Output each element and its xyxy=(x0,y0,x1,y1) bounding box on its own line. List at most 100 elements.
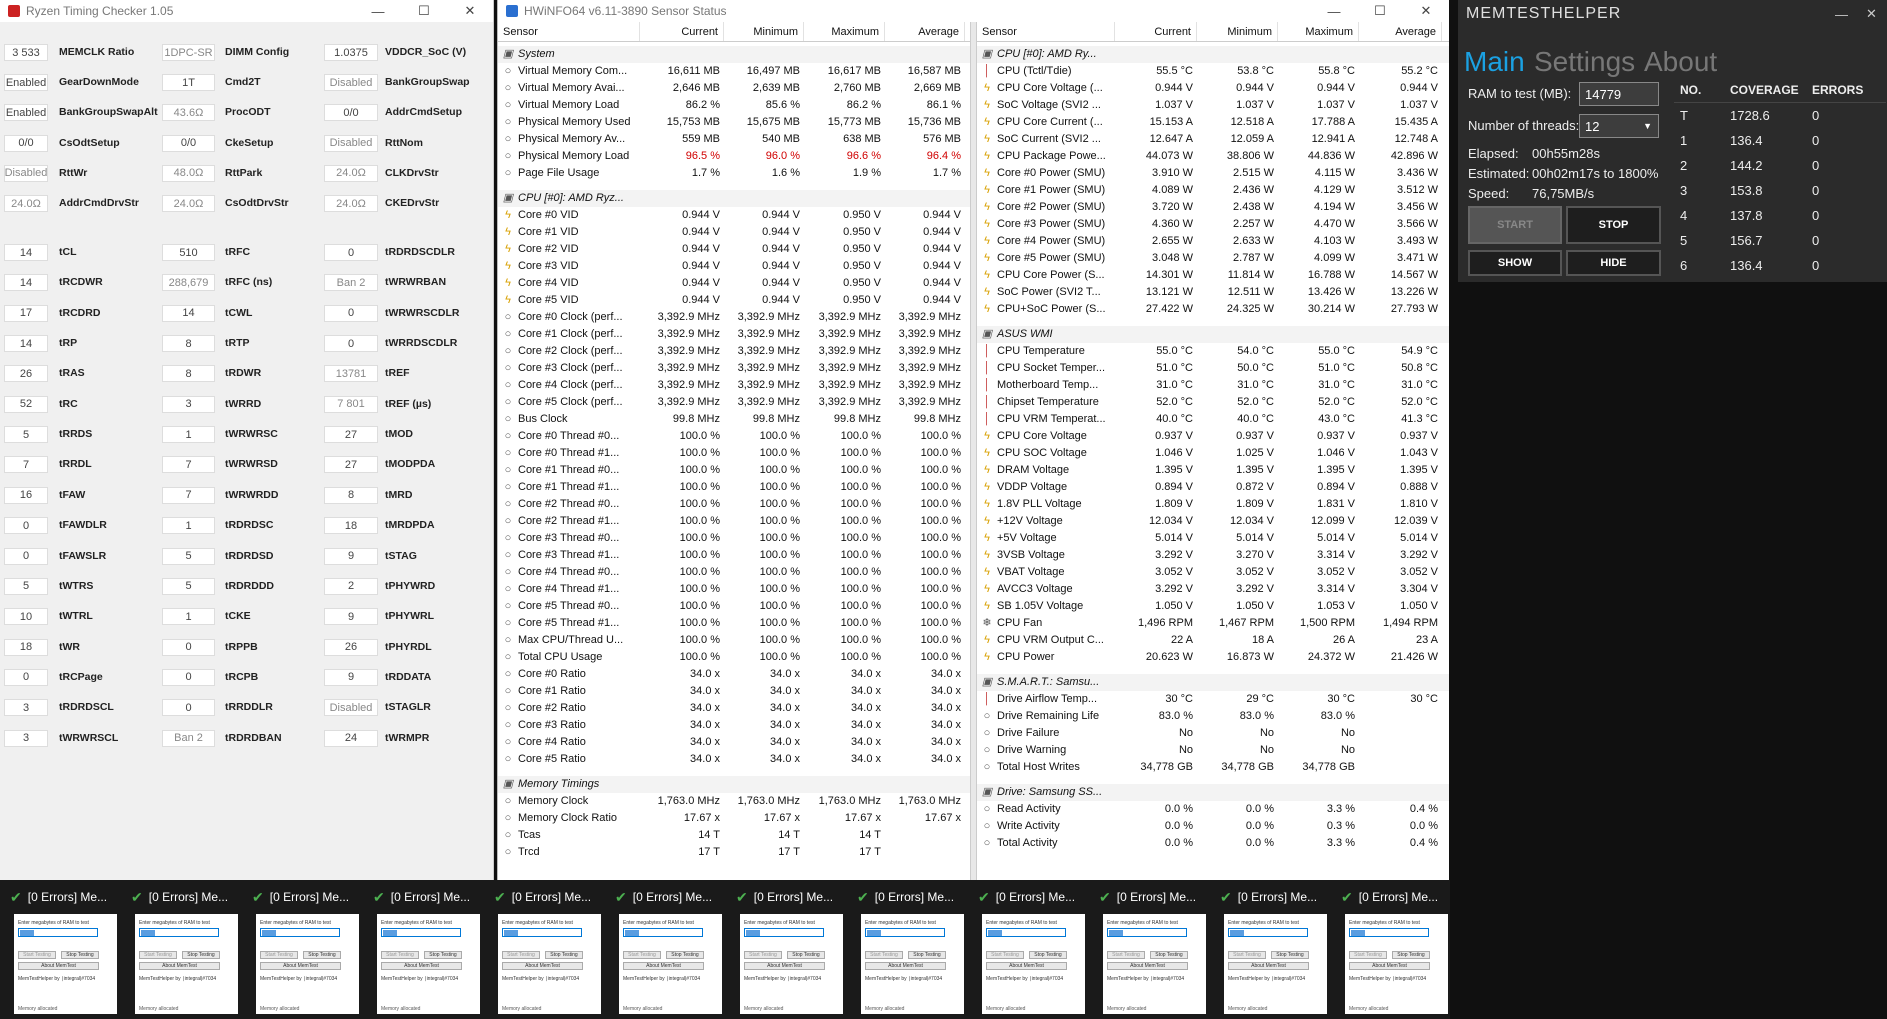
sensor-row[interactable]: ϟ CPU Package Powe... 44.073 W 38.806 W 44.8… xyxy=(977,148,1449,165)
sensor-row[interactable]: ○ Total Activity 0.0 % 0.0 % 3.3 % 0.4 % xyxy=(977,835,1449,852)
sensor-row[interactable]: ϟ Core #4 Power (SMU) 2.655 W 2.633 W 4.103 … xyxy=(977,233,1449,250)
sensor-row[interactable]: ○ Write Activity 0.0 % 0.0 % 0.3 % 0.0 % xyxy=(977,818,1449,835)
sensor-row[interactable]: ○ Core #3 Ratio 34.0 x 34.0 x 34.0 x 34.0 x xyxy=(498,717,970,734)
sensor-row[interactable]: ○ Virtual Memory Load 86.2 % 85.6 % 86.2 % 86… xyxy=(498,97,970,114)
sensor-row[interactable]: ϟ CPU Core Voltage 0.937 V 0.937 V 0.937 V 0.… xyxy=(977,428,1449,445)
maximize-icon[interactable]: ☐ xyxy=(1357,0,1403,22)
sensor-row[interactable]: ○ Physical Memory Load 96.5 % 96.0 % 96.6 % 9… xyxy=(498,148,970,165)
show-button[interactable]: SHOW xyxy=(1468,250,1562,276)
sensor-row[interactable]: ○ Tcas 14 T 14 T 14 T xyxy=(498,827,970,844)
sensor-row[interactable]: │ CPU Socket Temper... 51.0 °C 50.0 °C 51.0 … xyxy=(977,360,1449,377)
tab-settings[interactable]: Settings xyxy=(1534,46,1635,78)
sensor-row[interactable]: ○ Core #0 Ratio 34.0 x 34.0 x 34.0 x 34.0 x xyxy=(498,666,970,683)
taskbar-thumbnail[interactable]: ✔ [0 Errors] Me... Enter megabytes of RAM … xyxy=(1089,880,1210,1019)
sensor-row[interactable]: ○ Core #5 Thread #1... 100.0 % 100.0 % 100.0… xyxy=(498,615,970,632)
sensor-row[interactable]: ○ Bus Clock 99.8 MHz 99.8 MHz 99.8 MHz 99.8 M… xyxy=(498,411,970,428)
start-button[interactable]: START xyxy=(1468,206,1562,244)
sensor-row[interactable]: ϟ AVCC3 Voltage 3.292 V 3.292 V 3.314 V 3.304… xyxy=(977,581,1449,598)
header-minimum[interactable]: Minimum xyxy=(1197,22,1278,41)
sensor-row[interactable]: ϟ SoC Power (SVI2 T... 13.121 W 12.511 W 13.… xyxy=(977,284,1449,301)
sensor-row[interactable]: ○ Core #4 Thread #0... 100.0 % 100.0 % 100.0… xyxy=(498,564,970,581)
header-average[interactable]: Average xyxy=(1359,22,1442,41)
sensor-row[interactable]: ○ Physical Memory Used 15,753 MB 15,675 MB 1… xyxy=(498,114,970,131)
sensor-row[interactable]: ϟ SoC Current (SVI2 ... 12.647 A 12.059 A 12… xyxy=(977,131,1449,148)
taskbar-thumbnail[interactable]: ✔ [0 Errors] Me... Enter megabytes of RAM … xyxy=(726,880,847,1019)
sensor-group[interactable]: ▣ Memory Timings xyxy=(498,776,970,793)
taskbar-thumbnail[interactable]: ✔ [0 Errors] Me... Enter megabytes of RAM … xyxy=(968,880,1089,1019)
sensor-row[interactable]: ϟ +5V Voltage 5.014 V 5.014 V 5.014 V 5.014 V xyxy=(977,530,1449,547)
sensor-row[interactable]: ϟ SB 1.05V Voltage 1.050 V 1.050 V 1.053 V 1.… xyxy=(977,598,1449,615)
taskbar-thumbnail[interactable]: ✔ [0 Errors] Me... Enter megabytes of RAM … xyxy=(605,880,726,1019)
close-icon[interactable]: ✕ xyxy=(1857,0,1887,28)
sensor-row[interactable]: ○ Memory Clock Ratio 17.67 x 17.67 x 17.67 x… xyxy=(498,810,970,827)
minimize-icon[interactable]: — xyxy=(355,0,401,22)
threads-select[interactable]: 12 ▼ xyxy=(1579,114,1659,138)
sensor-row[interactable]: ○ Memory Clock 1,763.0 MHz 1,763.0 MHz 1,763… xyxy=(498,793,970,810)
sensor-row[interactable]: ○ Core #0 Clock (perf... 3,392.9 MHz 3,392.… xyxy=(498,309,970,326)
sensor-row[interactable]: ϟ +12V Voltage 12.034 V 12.034 V 12.099 V 12.… xyxy=(977,513,1449,530)
minimize-icon[interactable]: — xyxy=(1827,0,1857,28)
sensor-row[interactable]: ϟ CPU+SoC Power (S... 27.422 W 24.325 W 30.2… xyxy=(977,301,1449,318)
header-average[interactable]: Average xyxy=(885,22,965,41)
sensor-row[interactable]: ○ Core #3 Thread #0... 100.0 % 100.0 % 100.0… xyxy=(498,530,970,547)
header-sensor[interactable]: Sensor xyxy=(977,22,1115,41)
sensor-row[interactable]: ○ Page File Usage 1.7 % 1.6 % 1.9 % 1.7 % xyxy=(498,165,970,182)
header-current[interactable]: Current xyxy=(640,22,724,41)
sensor-row[interactable]: ϟ Core #1 Power (SMU) 4.089 W 2.436 W 4.129 … xyxy=(977,182,1449,199)
sensor-row[interactable]: ○ Core #2 Ratio 34.0 x 34.0 x 34.0 x 34.0 x xyxy=(498,700,970,717)
sensor-row[interactable]: ϟ CPU Core Current (... 15.153 A 12.518 A 17… xyxy=(977,114,1449,131)
pane-splitter[interactable] xyxy=(970,22,977,880)
sensor-row[interactable]: ϟ CPU Power 20.623 W 16.873 W 24.372 W 21.426… xyxy=(977,649,1449,666)
close-icon[interactable]: ✕ xyxy=(1403,0,1449,22)
sensor-row[interactable]: ϟ VDDP Voltage 0.894 V 0.872 V 0.894 V 0.888 … xyxy=(977,479,1449,496)
tab-about[interactable]: About xyxy=(1644,46,1717,78)
sensor-group[interactable]: ▣ System xyxy=(498,46,970,63)
sensor-group[interactable]: ▣ CPU [#0]: AMD Ryz... xyxy=(498,190,970,207)
sensor-row[interactable]: ○ Core #3 Thread #1... 100.0 % 100.0 % 100.0… xyxy=(498,547,970,564)
sensor-row[interactable]: ○ Core #1 Ratio 34.0 x 34.0 x 34.0 x 34.0 x xyxy=(498,683,970,700)
sensor-row[interactable]: ○ Core #1 Thread #1... 100.0 % 100.0 % 100.0… xyxy=(498,479,970,496)
header-minimum[interactable]: Minimum xyxy=(724,22,804,41)
sensor-row[interactable]: ○ Core #1 Clock (perf... 3,392.9 MHz 3,392.… xyxy=(498,326,970,343)
sensor-row[interactable]: ϟ Core #0 VID 0.944 V 0.944 V 0.950 V 0.944 V xyxy=(498,207,970,224)
sensor-row[interactable]: ϟ SoC Voltage (SVI2 ... 1.037 V 1.037 V 1.03… xyxy=(977,97,1449,114)
header-current[interactable]: Current xyxy=(1115,22,1197,41)
sensor-row[interactable]: ○ Drive Remaining Life 83.0 % 83.0 % 83.0 % xyxy=(977,708,1449,725)
tab-main[interactable]: Main xyxy=(1464,46,1525,78)
sensor-row[interactable]: ○ Core #4 Thread #1... 100.0 % 100.0 % 100.0… xyxy=(498,581,970,598)
sensor-row[interactable]: ϟ Core #5 Power (SMU) 3.048 W 2.787 W 4.099 … xyxy=(977,250,1449,267)
sensor-row[interactable]: ○ Core #5 Clock (perf... 3,392.9 MHz 3,392.… xyxy=(498,394,970,411)
sensor-row[interactable]: ○ Core #2 Clock (perf... 3,392.9 MHz 3,392.… xyxy=(498,343,970,360)
hwinfo-right-pane[interactable]: Sensor Current Minimum Maximum Average ▣ CPU [… xyxy=(977,22,1449,880)
sensor-row[interactable]: ○ Drive Warning No No No xyxy=(977,742,1449,759)
sensor-row[interactable]: ○ Virtual Memory Avai... 2,646 MB 2,639 MB 2… xyxy=(498,80,970,97)
header-maximum[interactable]: Maximum xyxy=(1278,22,1359,41)
header-sensor[interactable]: Sensor xyxy=(498,22,640,41)
sensor-row[interactable]: ○ Core #2 Thread #1... 100.0 % 100.0 % 100.0… xyxy=(498,513,970,530)
taskbar-thumbnail[interactable]: ✔ [0 Errors] Me... Enter megabytes of RAM … xyxy=(484,880,605,1019)
sensor-row[interactable]: ϟ CPU VRM Output C... 22 A 18 A 26 A 23 A xyxy=(977,632,1449,649)
sensor-row[interactable]: ϟ Core #3 VID 0.944 V 0.944 V 0.950 V 0.944 V xyxy=(498,258,970,275)
sensor-row[interactable]: │ Motherboard Temp... 31.0 °C 31.0 °C 31.0 °… xyxy=(977,377,1449,394)
sensor-row[interactable]: ○ Core #0 Thread #1... 100.0 % 100.0 % 100.0… xyxy=(498,445,970,462)
taskbar-thumbnail[interactable]: ✔ [0 Errors] Me... Enter megabytes of RAM … xyxy=(0,880,121,1019)
header-maximum[interactable]: Maximum xyxy=(804,22,885,41)
maximize-icon[interactable]: ☐ xyxy=(401,0,447,22)
hwinfo-left-pane[interactable]: Sensor Current Minimum Maximum Average ▣ Syste… xyxy=(498,22,970,880)
taskbar-thumbnail[interactable]: ✔ [0 Errors] Me... Enter megabytes of RAM … xyxy=(1210,880,1331,1019)
sensor-row[interactable]: ○ Trcd 17 T 17 T 17 T xyxy=(498,844,970,861)
sensor-row[interactable]: ϟ CPU Core Power (S... 14.301 W 11.814 W 16.… xyxy=(977,267,1449,284)
sensor-row[interactable]: ϟ Core #5 VID 0.944 V 0.944 V 0.950 V 0.944 V xyxy=(498,292,970,309)
hide-button[interactable]: HIDE xyxy=(1566,250,1661,276)
sensor-row[interactable]: ϟ Core #4 VID 0.944 V 0.944 V 0.950 V 0.944 V xyxy=(498,275,970,292)
stop-button[interactable]: STOP xyxy=(1566,206,1661,244)
sensor-row[interactable]: ϟ 1.8V PLL Voltage 1.809 V 1.809 V 1.831 V 1.… xyxy=(977,496,1449,513)
sensor-row[interactable]: ϟ Core #0 Power (SMU) 3.910 W 2.515 W 4.115 … xyxy=(977,165,1449,182)
sensor-group[interactable]: ▣ Drive: Samsung SS... xyxy=(977,784,1449,801)
sensor-row[interactable]: ○ Virtual Memory Com... 16,611 MB 16,497 MB… xyxy=(498,63,970,80)
sensor-row[interactable]: ϟ CPU Core Voltage (... 0.944 V 0.944 V 0.94… xyxy=(977,80,1449,97)
sensor-row[interactable]: ○ Physical Memory Av... 559 MB 540 MB 638 MB… xyxy=(498,131,970,148)
taskbar-thumbnail[interactable]: ✔ [0 Errors] Me... Enter megabytes of RAM … xyxy=(242,880,363,1019)
sensor-row[interactable]: │ Chipset Temperature 52.0 °C 52.0 °C 52.0 °… xyxy=(977,394,1449,411)
sensor-group[interactable]: ▣ CPU [#0]: AMD Ry... xyxy=(977,46,1449,63)
